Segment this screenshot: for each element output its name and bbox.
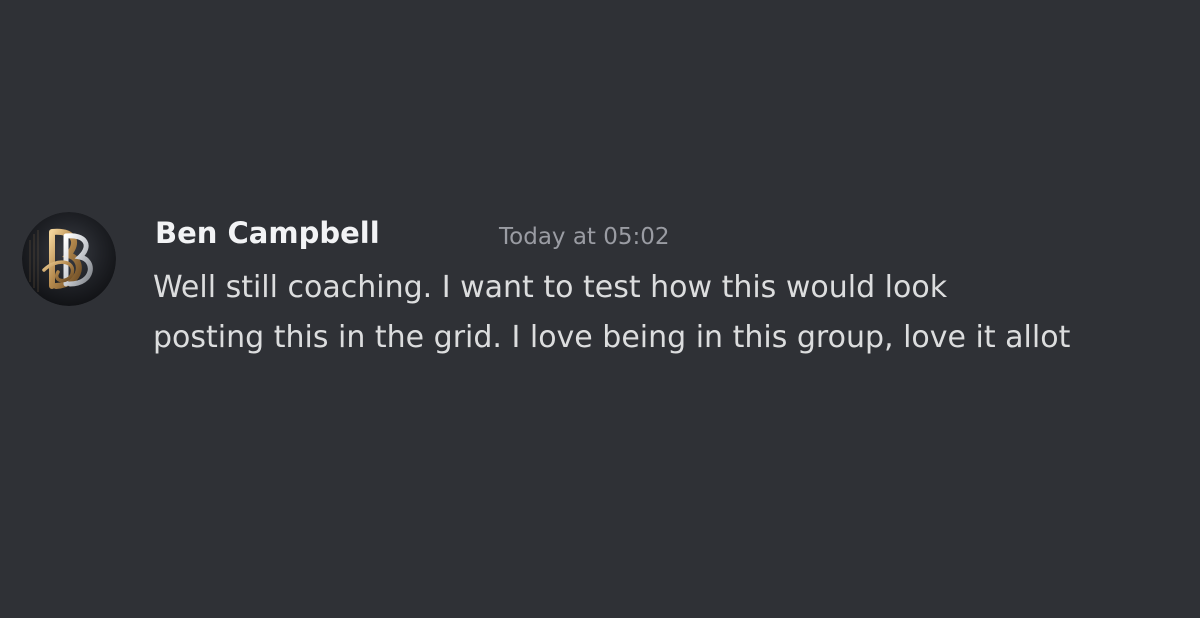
message-line: posting this in the grid. I love being i… [153,320,1071,355]
message-line: Well still coaching. I want to test how … [153,270,948,305]
message-timestamp: Today at 05:02 [499,224,670,250]
author-name[interactable]: Ben Campbell [155,211,380,255]
monogram-bb-icon [22,212,116,306]
chat-message: Ben Campbell Today at 05:02 Well still c… [0,0,1200,618]
message-content: Well still coaching. I want to test how … [153,263,1163,363]
avatar[interactable] [22,212,116,306]
